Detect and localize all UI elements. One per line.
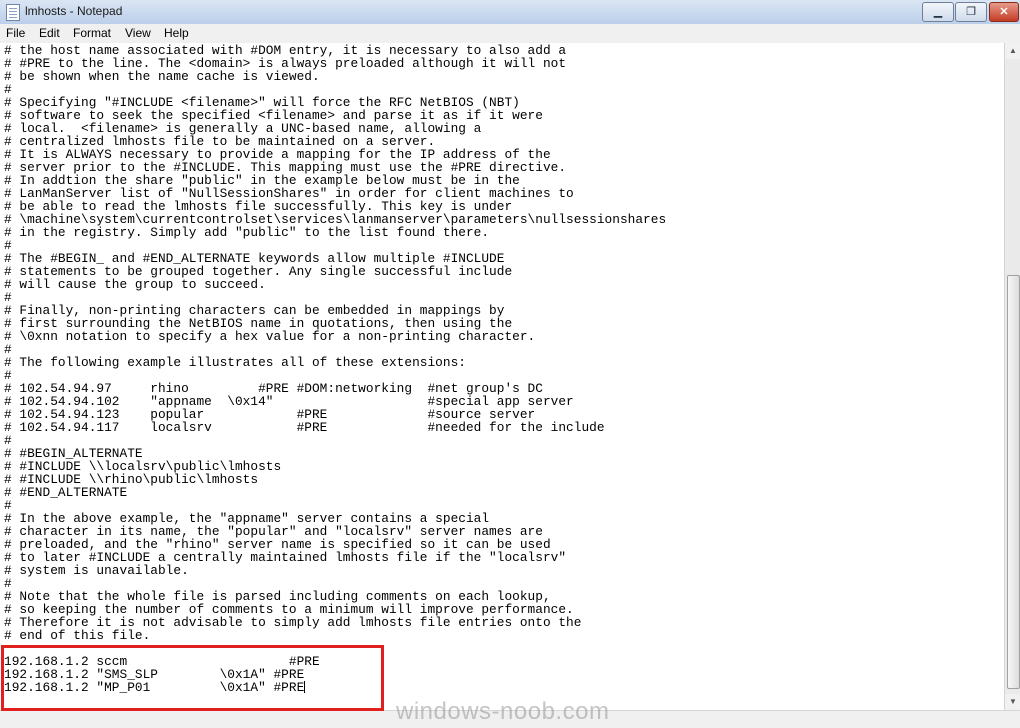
menu-edit[interactable]: Edit [39,26,60,40]
text-line: # be shown when the name cache is viewed… [4,69,320,84]
scroll-down-arrow-icon[interactable]: ▼ [1005,694,1020,710]
scrollbar-thumb[interactable] [1007,275,1020,689]
maximize-button[interactable]: ❐ [955,2,987,22]
text-line: # #END_ALTERNATE [4,485,128,500]
window-title: lmhosts - Notepad [25,4,123,18]
menu-bar: File Edit Format View Help [0,24,1020,44]
vertical-scrollbar[interactable]: ▲ ▼ [1004,43,1020,710]
menu-file[interactable]: File [6,26,25,40]
text-editor-area[interactable]: # the host name associated with #DOM ent… [0,43,1004,710]
text-line: # end of this file. [4,628,151,643]
menu-view[interactable]: View [125,26,151,40]
text-line: # system is unavailable. [4,563,189,578]
menu-help[interactable]: Help [164,26,189,40]
text-caret [304,681,306,693]
text-line: # in the registry. Simply add "public" t… [4,225,490,240]
text-line: # The following example illustrates all … [4,355,466,370]
minimize-button[interactable]: ▁ [922,2,954,22]
text-line: # will cause the group to succeed. [4,277,266,292]
watermark: windows-noob.com [396,698,610,725]
notepad-app-icon [6,4,20,21]
text-line: 192.168.1.2 "MP_P01 \0x1A" #PRE [4,680,306,695]
text-line: # 102.54.94.117 localsrv #PRE #needed fo… [4,420,605,435]
menu-format[interactable]: Format [73,26,111,40]
scroll-up-arrow-icon[interactable]: ▲ [1005,43,1020,59]
close-button[interactable]: ✕ [989,2,1019,22]
title-bar[interactable]: lmhosts - Notepad ▁ ❐ ✕ [0,0,1020,25]
text-line: # \0xnn notation to specify a hex value … [4,329,536,344]
